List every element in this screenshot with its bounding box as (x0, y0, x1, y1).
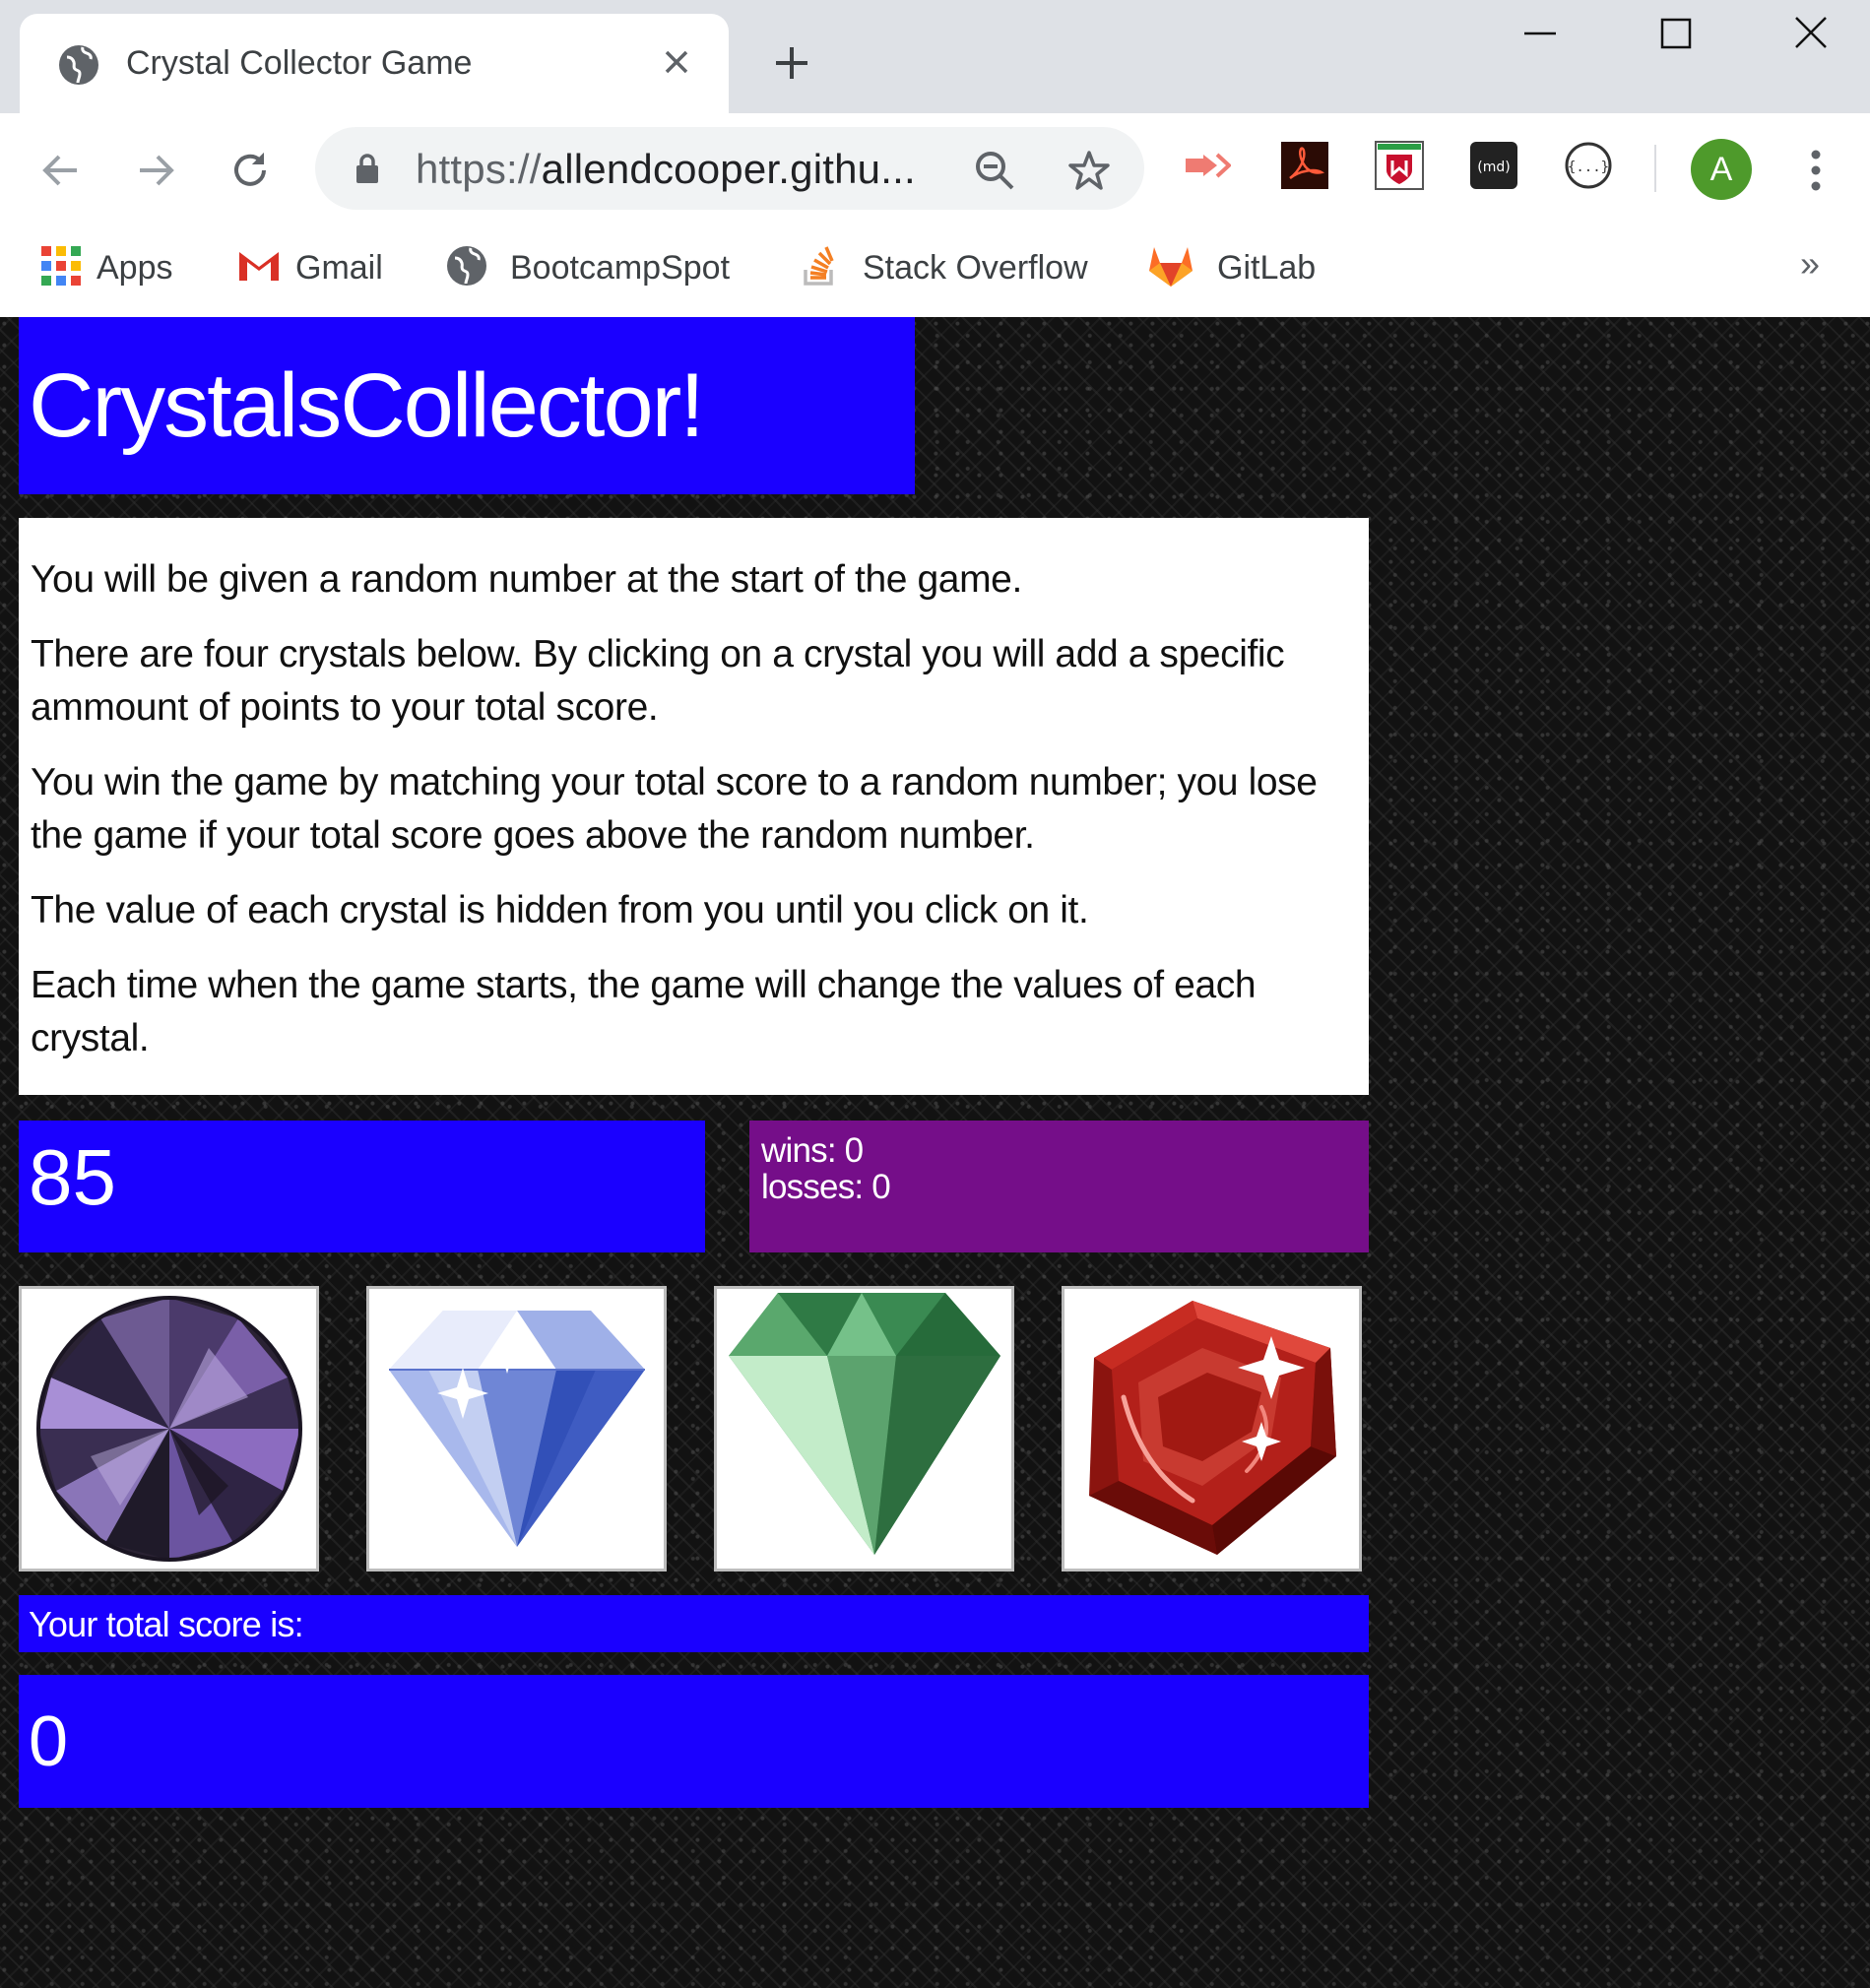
instruction-text: There are four crystals below. By clicki… (31, 633, 1285, 729)
mcafee-extension-icon[interactable] (1375, 141, 1424, 190)
target-number: 85 (29, 1133, 116, 1221)
json-extension-icon[interactable]: {...} (1564, 141, 1613, 190)
new-tab-icon[interactable] (772, 43, 811, 88)
gitlab-icon (1146, 243, 1195, 293)
bookmark-bootcampspot[interactable]: BootcampSpot (445, 243, 730, 292)
tab-title: Crystal Collector Game (126, 44, 473, 82)
score-label: Your total score is: (29, 1604, 304, 1644)
lock-icon[interactable] (355, 153, 380, 189)
bookmark-stack-overflow[interactable]: Stack Overflow (800, 243, 1088, 292)
menu-kebab-icon[interactable] (1804, 147, 1828, 199)
reload-icon[interactable] (226, 147, 274, 199)
diamond-icon (389, 1311, 645, 1547)
bookmark-label: Apps (97, 248, 173, 287)
bookmark-apps[interactable]: Apps (39, 243, 173, 292)
purple-crystal-icon (36, 1296, 302, 1562)
cast-extension-icon[interactable] (1182, 141, 1232, 190)
browser-toolbar: https://allendcooper.githu... (md) {...}… (0, 113, 1870, 222)
instruction-text: You win the game by matching your total … (31, 761, 1318, 857)
bookmark-label: GitLab (1217, 248, 1317, 287)
game-page: CrystalsCollector! You will be given a r… (0, 317, 1870, 1988)
apps-grid-icon (39, 244, 83, 292)
win-loss-box: wins: 0 losses: 0 (749, 1121, 1369, 1252)
toolbar-separator (1654, 145, 1656, 192)
crystal-button-ruby[interactable] (1062, 1286, 1362, 1571)
page-title: CrystalsCollector! (29, 355, 705, 456)
url-scheme: https:// (416, 146, 542, 192)
more-bookmarks-icon[interactable]: » (1800, 243, 1820, 285)
bookmarks-bar: Apps Gmail BootcampSpot Stack Overflow G… (0, 222, 1870, 317)
title-banner: CrystalsCollector! (19, 317, 915, 494)
globe-icon (445, 244, 488, 292)
emerald-icon (729, 1293, 1000, 1555)
pdf-extension-icon[interactable] (1280, 141, 1329, 190)
browser-tab[interactable]: Crystal Collector Game (20, 14, 729, 113)
profile-avatar[interactable]: A (1691, 139, 1752, 200)
losses-count: losses: 0 (761, 1168, 891, 1206)
back-icon[interactable] (37, 147, 85, 199)
bookmark-gitlab[interactable]: GitLab (1146, 243, 1316, 292)
globe-icon (57, 43, 100, 92)
close-window-icon[interactable] (1788, 14, 1836, 66)
total-score: 0 (29, 1702, 69, 1781)
close-tab-icon[interactable] (660, 45, 693, 84)
url-host: allendcooper.githu... (541, 146, 916, 192)
wins-count: wins: 0 (761, 1131, 864, 1170)
url-text[interactable]: https://allendcooper.githu... (416, 147, 916, 192)
crystal-button-emerald[interactable] (714, 1286, 1014, 1571)
browser-titlebar: Crystal Collector Game (0, 0, 1870, 113)
gmail-icon (236, 248, 282, 289)
zoom-icon[interactable] (973, 149, 1016, 197)
bookmark-star-icon[interactable] (1067, 149, 1111, 197)
ruby-icon (1089, 1301, 1336, 1555)
forward-icon[interactable] (132, 147, 179, 199)
stack-overflow-icon (800, 244, 841, 292)
target-number-box: 85 (19, 1121, 705, 1252)
minimize-icon[interactable] (1516, 14, 1564, 66)
bookmark-label: BootcampSpot (510, 248, 731, 287)
crystal-button-purple[interactable] (19, 1286, 319, 1571)
markdown-extension-icon[interactable]: (md) (1469, 141, 1518, 190)
bookmark-gmail[interactable]: Gmail (236, 243, 383, 292)
json-extension-label: {...} (1568, 160, 1609, 175)
instructions-panel: You will be given a random number at the… (19, 518, 1369, 1095)
instruction-text: Each time when the game starts, the game… (31, 964, 1257, 1059)
bookmark-label: Gmail (295, 248, 383, 287)
total-score-box: 0 (19, 1675, 1369, 1808)
maximize-icon[interactable] (1654, 14, 1702, 66)
markdown-extension-label: (md) (1477, 160, 1510, 175)
bookmark-label: Stack Overflow (863, 248, 1088, 287)
instruction-text: The value of each crystal is hidden from… (31, 889, 1089, 931)
crystal-button-diamond[interactable] (366, 1286, 667, 1571)
score-label-bar: Your total score is: (19, 1595, 1369, 1652)
instruction-text: You will be given a random number at the… (31, 558, 1022, 601)
address-bar[interactable]: https://allendcooper.githu... (315, 127, 1144, 210)
